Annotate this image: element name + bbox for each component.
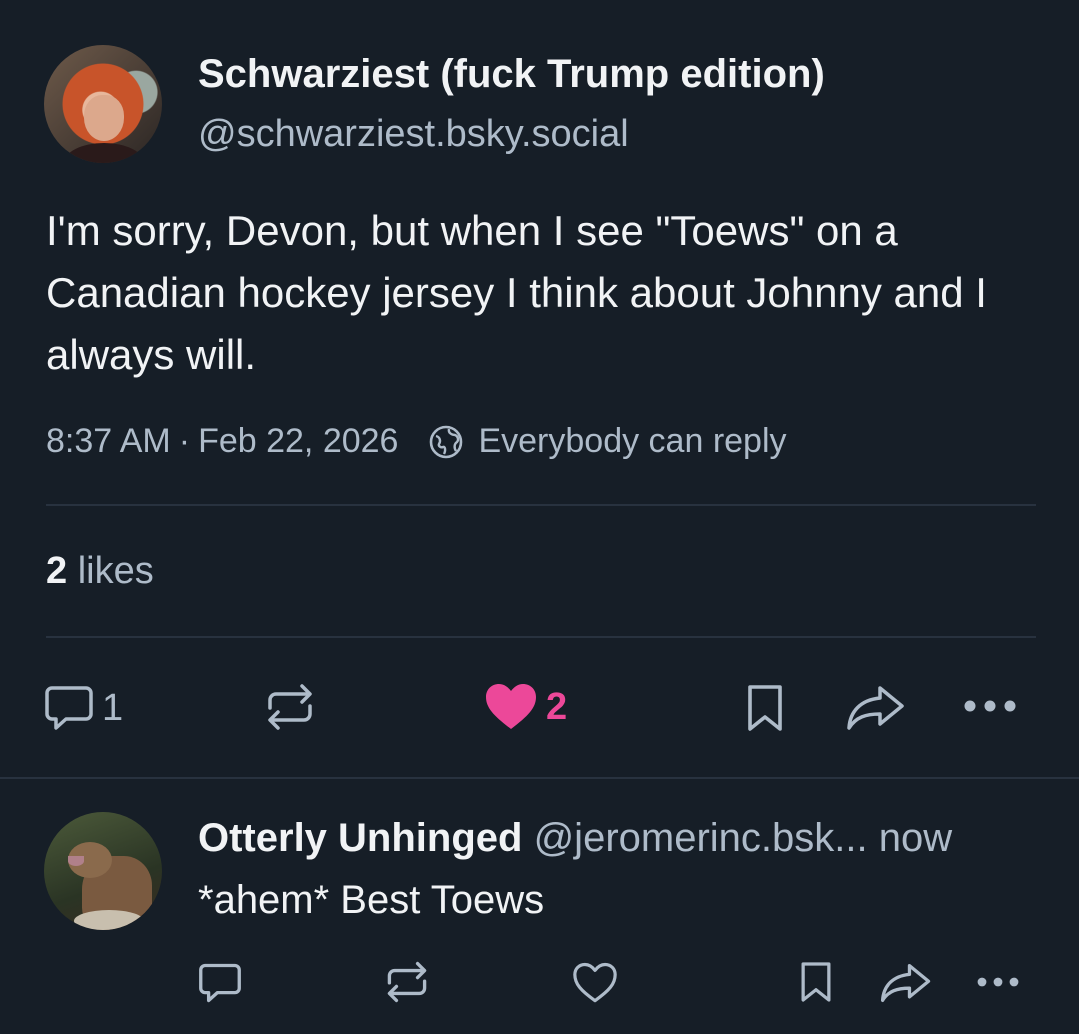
- share-icon: [880, 964, 931, 1002]
- likes-count: 2: [46, 550, 68, 592]
- bookmark-icon: [801, 962, 831, 1002]
- reply-more-button[interactable]: [974, 974, 1022, 995]
- post-time: 8:37 AM: [46, 422, 171, 460]
- reply-bookmark-button[interactable]: [798, 960, 834, 1009]
- likes-label: likes: [77, 550, 154, 592]
- avatar[interactable]: [44, 45, 162, 163]
- globe-icon: [428, 424, 464, 460]
- repost-icon: [268, 684, 312, 730]
- author-name[interactable]: Schwarziest (fuck Trump edition): [198, 52, 825, 97]
- heart-icon: [573, 962, 617, 1003]
- reply-repost-button[interactable]: [384, 960, 430, 1009]
- post-separator: [0, 777, 1079, 779]
- like-count: 2: [546, 685, 568, 728]
- reply-share-button[interactable]: [880, 962, 932, 1009]
- repost-button[interactable]: [264, 682, 316, 732]
- reply-text: *ahem* Best Toews: [198, 878, 545, 922]
- reply-button[interactable]: 1: [44, 684, 123, 732]
- avatar[interactable]: [44, 812, 162, 930]
- reply-count: 1: [102, 686, 124, 729]
- share-icon: [847, 686, 904, 730]
- comment-icon: [199, 963, 241, 1003]
- more-icon: [964, 700, 1016, 712]
- post-text: I'm sorry, Devon, but when I see "Toews"…: [46, 207, 987, 378]
- bookmark-icon: [748, 685, 782, 731]
- share-button[interactable]: [846, 684, 906, 737]
- meta-separator: ·: [178, 422, 191, 460]
- more-button[interactable]: [962, 696, 1018, 721]
- post-date: Feb 22, 2026: [198, 422, 399, 460]
- reply-reply-button[interactable]: [198, 962, 242, 1009]
- bookmark-button[interactable]: [744, 683, 786, 738]
- reply-like-button[interactable]: [572, 962, 618, 1009]
- like-button[interactable]: 2: [484, 682, 567, 732]
- more-icon: [977, 977, 1019, 987]
- reply-permission[interactable]: Everybody can reply: [478, 422, 786, 461]
- divider: [46, 504, 1036, 506]
- comment-icon: [45, 686, 93, 730]
- author-handle[interactable]: @schwarziest.bsky.social: [198, 113, 629, 156]
- divider: [46, 636, 1036, 638]
- reply-time: now: [878, 816, 953, 860]
- post-meta: 8:37 AM · Feb 22, 2026 Everybody can rep…: [46, 422, 787, 461]
- reply-author-name[interactable]: Otterly Unhinged: [198, 816, 522, 860]
- repost-icon: [387, 961, 427, 1003]
- heart-icon: [486, 684, 536, 729]
- reply-header: Otterly Unhinged @jeromerinc.bsk... now: [198, 816, 952, 861]
- reply-author-handle[interactable]: @jeromerinc.bsk...: [534, 816, 868, 860]
- likes-summary[interactable]: 2 likes: [46, 550, 154, 593]
